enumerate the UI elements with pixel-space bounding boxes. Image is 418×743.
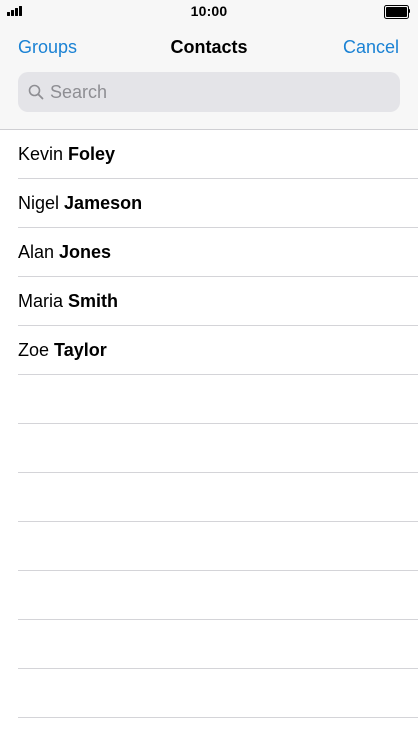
empty-list-row: [18, 473, 418, 522]
search-input[interactable]: [50, 72, 390, 112]
contact-first-name: Maria: [18, 291, 64, 311]
search-bar[interactable]: [18, 72, 400, 112]
empty-list-row: [18, 375, 418, 424]
contact-first-name: Nigel: [18, 193, 60, 213]
contact-last-name: Taylor: [54, 340, 107, 360]
battery-icon: [384, 5, 410, 19]
search-icon: [28, 84, 44, 100]
contact-first-name: Zoe: [18, 340, 50, 360]
empty-list-row: [18, 424, 418, 473]
empty-list-row: [18, 669, 418, 718]
empty-list-row: [18, 571, 418, 620]
contact-row[interactable]: Nigel Jameson: [18, 179, 418, 228]
status-time: 10:00: [190, 3, 228, 19]
navigation-bar: Groups Contacts Cancel: [0, 24, 418, 70]
contact-row[interactable]: Zoe Taylor: [18, 326, 418, 375]
contact-first-name: Kevin: [18, 144, 64, 164]
status-bar: 10:00: [0, 0, 418, 24]
cancel-button[interactable]: Cancel: [343, 37, 399, 58]
contact-row[interactable]: Kevin Foley: [18, 130, 418, 179]
contact-last-name: Smith: [68, 291, 119, 311]
empty-list-row: [18, 522, 418, 571]
contact-row[interactable]: Maria Smith: [18, 277, 418, 326]
contact-first-name: Alan: [18, 242, 55, 262]
empty-list-row: [18, 620, 418, 669]
header-area: 10:00 Groups Contacts Cancel: [0, 0, 418, 130]
contact-last-name: Jones: [59, 242, 112, 262]
contact-row[interactable]: Alan Jones: [18, 228, 418, 277]
contact-last-name: Foley: [68, 144, 116, 164]
contacts-list: Kevin Foley Nigel Jameson Alan Jones Mar…: [0, 130, 418, 718]
contact-last-name: Jameson: [64, 193, 143, 213]
